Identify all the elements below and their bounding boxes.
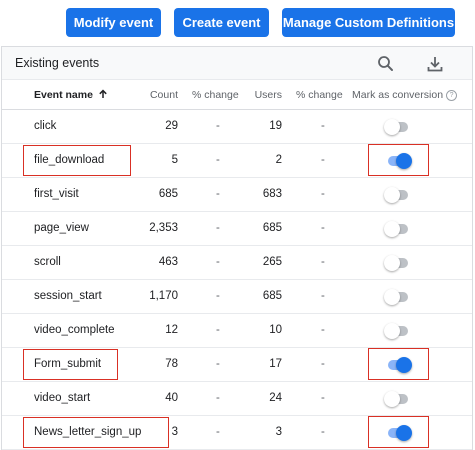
count-cell: 78 <box>165 358 178 370</box>
event-name-cell: click <box>34 120 57 132</box>
users-change-cell: - <box>321 324 325 336</box>
toggle-knob <box>384 323 400 339</box>
table-row: first_visit 685 - 683 - <box>2 178 472 212</box>
modify-event-button[interactable]: Modify event <box>66 8 161 37</box>
toolbar: Modify event Create event Manage Custom … <box>0 0 475 46</box>
count-change-cell: - <box>216 324 220 336</box>
count-cell: 1,170 <box>149 290 178 302</box>
conversion-toggle[interactable] <box>384 255 412 271</box>
users-cell: 685 <box>262 290 282 302</box>
count-cell: 685 <box>158 188 178 200</box>
count-cell: 3 <box>171 426 178 438</box>
conversion-toggle[interactable] <box>384 187 412 203</box>
column-conversion-label: Mark as conversion <box>352 89 444 101</box>
table-row: session_start 1,170 - 685 - <box>2 280 472 314</box>
conversion-toggle[interactable] <box>384 119 412 135</box>
column-count[interactable]: Count <box>150 89 178 101</box>
count-change-cell: - <box>216 290 220 302</box>
count-change-cell: - <box>216 222 220 234</box>
toggle-knob <box>384 221 400 237</box>
arrow-up-icon <box>99 89 107 98</box>
download-icon[interactable] <box>425 54 445 74</box>
count-change-cell: - <box>216 256 220 268</box>
users-cell: 265 <box>262 256 282 268</box>
event-name-cell: session_start <box>34 290 102 302</box>
conversion-toggle[interactable] <box>384 391 412 407</box>
column-event-name-label: Event name <box>34 89 93 101</box>
highlight-box-event-name <box>23 349 119 380</box>
search-icon[interactable] <box>376 54 396 74</box>
users-change-cell: - <box>321 154 325 166</box>
users-change-cell: - <box>321 256 325 268</box>
count-cell: 12 <box>165 324 178 336</box>
count-cell: 29 <box>165 120 178 132</box>
count-change-cell: - <box>216 358 220 370</box>
table-row: scroll 463 - 265 - <box>2 246 472 280</box>
highlight-box-event-name <box>23 145 131 176</box>
users-cell: 2 <box>275 154 282 166</box>
column-header-row: Event name Count % change Users % change… <box>2 80 472 110</box>
help-icon[interactable]: ? <box>446 90 458 101</box>
table-row: page_view 2,353 - 685 - <box>2 212 472 246</box>
conversion-toggle[interactable] <box>384 323 412 339</box>
users-change-cell: - <box>321 392 325 404</box>
count-change-cell: - <box>216 120 220 132</box>
column-count-change[interactable]: % change <box>192 89 239 101</box>
event-name-cell: first_visit <box>34 188 79 200</box>
event-name-cell: video_complete <box>34 324 115 336</box>
users-change-cell: - <box>321 290 325 302</box>
count-cell: 5 <box>171 154 178 166</box>
highlight-box-toggle <box>368 348 429 380</box>
count-cell: 463 <box>158 256 178 268</box>
toggle-knob <box>384 255 400 271</box>
table-row: video_complete 12 - 10 - <box>2 314 472 348</box>
table-row: click 29 - 19 - <box>2 110 472 144</box>
users-cell: 685 <box>262 222 282 234</box>
users-cell: 17 <box>269 358 282 370</box>
table-row: video_start 40 - 24 - <box>2 382 472 416</box>
users-cell: 3 <box>275 426 282 438</box>
toggle-knob <box>384 391 400 407</box>
toggle-knob <box>384 187 400 203</box>
users-change-cell: - <box>321 120 325 132</box>
count-change-cell: - <box>216 188 220 200</box>
create-event-button[interactable]: Create event <box>174 8 269 37</box>
users-change-cell: - <box>321 222 325 234</box>
card-header: Existing events <box>2 47 472 80</box>
event-name-cell: scroll <box>34 256 61 268</box>
event-name-cell: page_view <box>34 222 89 234</box>
events-card: Existing events Event name Count % chang… <box>1 46 473 450</box>
column-users[interactable]: Users <box>255 89 282 101</box>
count-cell: 2,353 <box>149 222 178 234</box>
event-name-cell: video_start <box>34 392 91 404</box>
users-cell: 24 <box>269 392 282 404</box>
column-users-change[interactable]: % change <box>296 89 343 101</box>
users-cell: 19 <box>269 120 282 132</box>
count-change-cell: - <box>216 426 220 438</box>
count-cell: 40 <box>165 392 178 404</box>
users-change-cell: - <box>321 426 325 438</box>
card-title: Existing events <box>15 56 100 70</box>
toggle-knob <box>384 119 400 135</box>
highlight-box-toggle <box>368 144 429 176</box>
conversion-toggle[interactable] <box>384 221 412 237</box>
users-change-cell: - <box>321 358 325 370</box>
column-event-name[interactable]: Event name <box>34 89 108 101</box>
toggle-knob <box>384 289 400 305</box>
highlight-box-event-name <box>23 417 169 448</box>
users-cell: 683 <box>262 188 282 200</box>
users-change-cell: - <box>321 188 325 200</box>
conversion-toggle[interactable] <box>384 289 412 305</box>
column-mark-as-conversion: Mark as conversion? <box>352 89 458 101</box>
count-change-cell: - <box>216 154 220 166</box>
users-cell: 10 <box>269 324 282 336</box>
count-change-cell: - <box>216 392 220 404</box>
highlight-box-toggle <box>368 416 429 448</box>
manage-custom-definitions-button[interactable]: Manage Custom Definitions <box>282 8 455 37</box>
